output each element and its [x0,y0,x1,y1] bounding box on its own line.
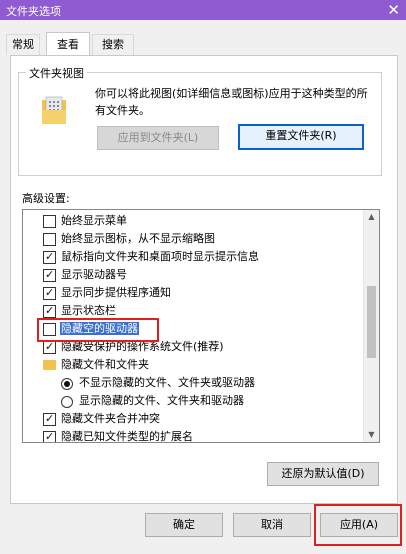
checkbox[interactable] [43,284,56,302]
checkbox[interactable] [43,233,56,246]
list-item-label: 隐藏文件和文件夹 [61,358,149,371]
ok-button[interactable]: 确定 [145,513,223,537]
list-item[interactable]: 始终显示图标，从不显示缩略图 [23,230,363,248]
scroll-up-icon[interactable]: ▲ [364,210,379,224]
list-item[interactable]: 始终显示菜单 [23,212,363,230]
folder-view-icon [42,96,66,124]
list-item-label: 显示驱动器号 [61,268,127,281]
tab-view[interactable]: 查看 [46,32,90,57]
tab-search[interactable]: 搜索 [92,34,134,55]
list-item-label: 显示同步提供程序通知 [61,286,171,299]
close-icon[interactable]: ✕ [387,0,400,20]
scroll-down-icon[interactable]: ▼ [364,428,379,442]
checkbox[interactable] [43,266,56,284]
checkbox[interactable] [43,410,56,428]
list-item-label: 显示隐藏的文件、文件夹和驱动器 [79,394,244,407]
list-item-label: 隐藏文件夹合并冲突 [61,412,160,425]
list-item[interactable]: 显示驱动器号 [23,266,363,284]
checkbox[interactable] [43,248,56,266]
highlight-box [37,318,159,342]
folder-views-description: 你可以将此视图(如详细信息或图标)应用于这种类型的所有文件夹。 [95,87,368,117]
list-item-label: 隐藏已知文件类型的扩展名 [61,430,193,443]
restore-defaults-button[interactable]: 还原为默认值(D) [267,462,379,486]
cancel-button[interactable]: 取消 [233,513,311,537]
list-item-label: 始终显示菜单 [61,214,127,227]
folder-icon [43,360,56,370]
list-item[interactable]: 隐藏已知文件类型的扩展名 [23,428,363,443]
apply-to-folders-button[interactable]: 应用到文件夹(L) [97,126,219,150]
list-item[interactable]: 隐藏文件夹合并冲突 [23,410,363,428]
radio-button[interactable] [61,378,73,390]
list-item[interactable]: 不显示隐藏的文件、文件夹或驱动器 [23,374,363,392]
checkbox[interactable] [43,338,56,356]
advanced-settings-label: 高级设置: [22,192,70,205]
checkbox[interactable] [43,302,56,320]
window-title: 文件夹选项 [6,5,61,18]
list-item-folder: 隐藏文件和文件夹 [23,356,363,374]
checkbox[interactable] [43,215,56,228]
list-item[interactable]: 鼠标指向文件夹和桌面项时显示提示信息 [23,248,363,266]
scroll-thumb[interactable] [367,286,376,358]
list-item-label: 始终显示图标，从不显示缩略图 [61,232,215,245]
reset-folders-button[interactable]: 重置文件夹(R) [238,124,364,150]
title-bar: 文件夹选项 ✕ [0,0,406,20]
folder-views-label: 文件夹视图 [26,65,87,81]
highlight-box [314,504,402,546]
list-item[interactable]: 显示同步提供程序通知 [23,284,363,302]
list-item-label: 鼠标指向文件夹和桌面项时显示提示信息 [61,250,259,263]
list-item-label: 不显示隐藏的文件、文件夹或驱动器 [79,376,255,389]
vertical-scrollbar[interactable]: ▲ ▼ [363,210,379,442]
tab-general[interactable]: 常规 [6,34,40,55]
list-item[interactable]: 显示隐藏的文件、文件夹和驱动器 [23,392,363,410]
checkbox[interactable] [43,428,56,442]
radio-button[interactable] [61,396,73,408]
